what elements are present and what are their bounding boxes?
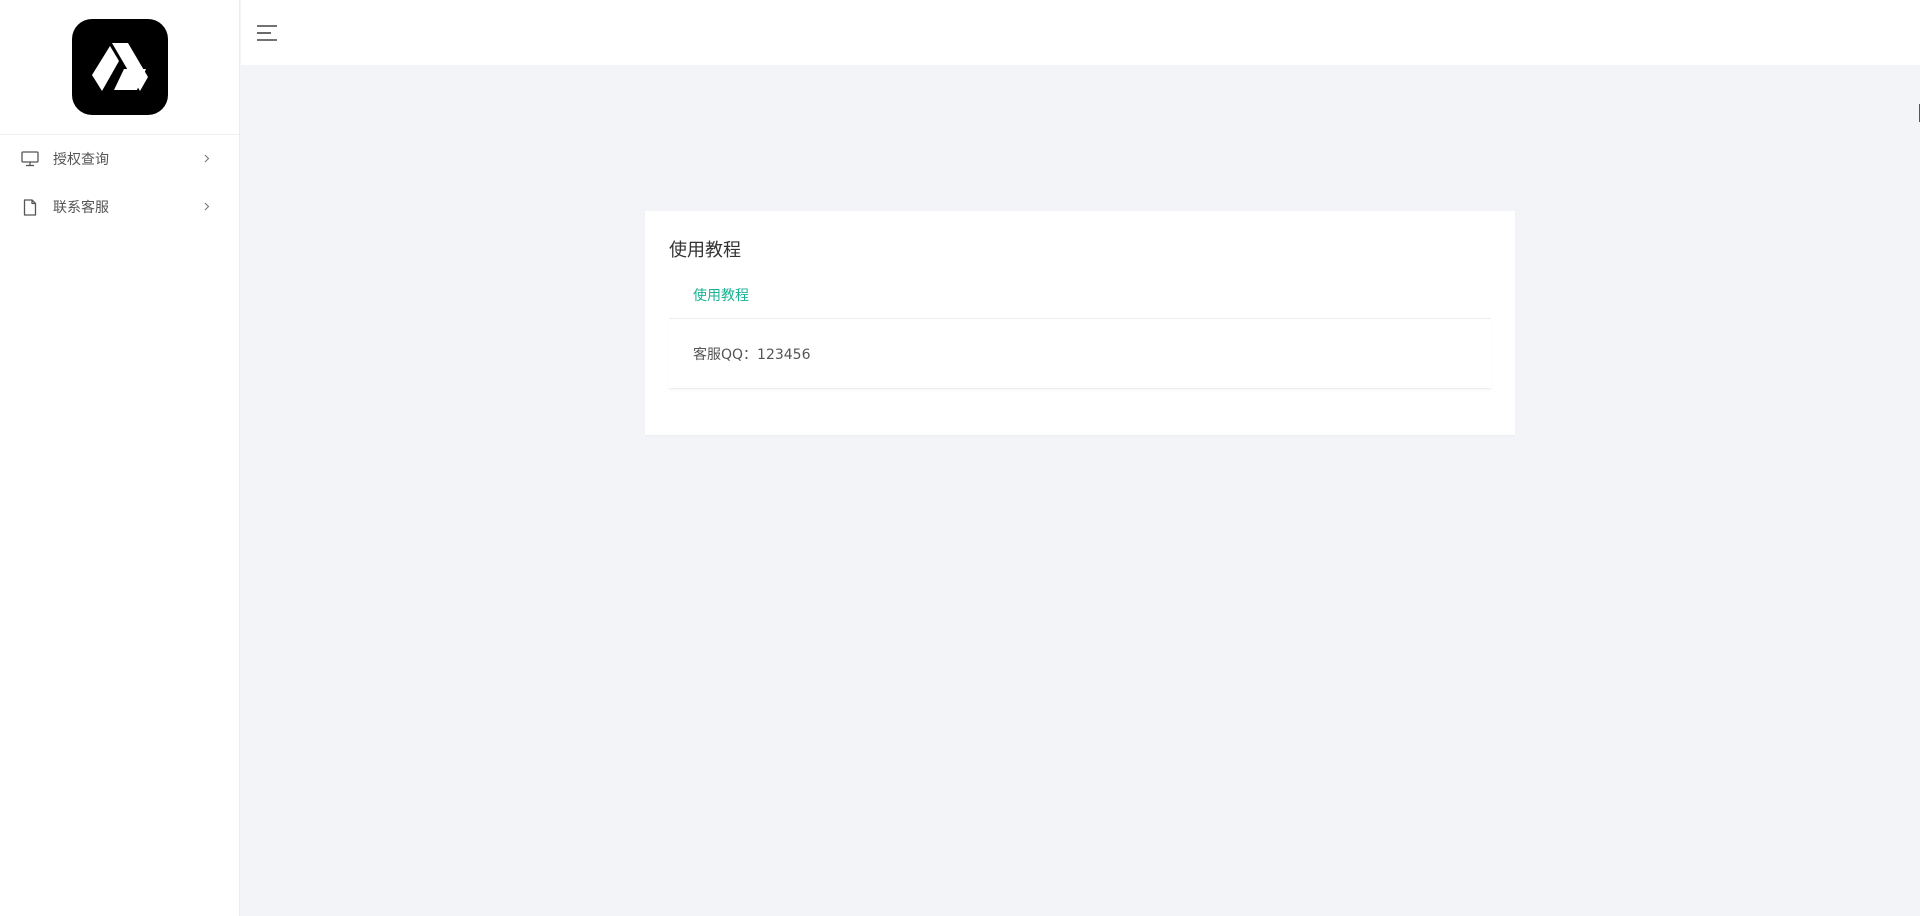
sidebar-item-label: 授权查询 — [53, 152, 109, 168]
app-logo[interactable] — [71, 19, 168, 115]
sidebar-item-contact-support[interactable]: 联系客服 — [0, 183, 239, 231]
chevron-right-icon — [203, 152, 211, 164]
hamburger-menu-icon — [257, 25, 277, 41]
top-header — [241, 0, 1922, 65]
scrollbar-thumb[interactable] — [1919, 104, 1920, 122]
logo-area — [0, 0, 239, 135]
drive-logo-icon — [91, 43, 148, 91]
chevron-right-icon — [203, 200, 211, 212]
menu-toggle-button[interactable] — [256, 23, 278, 43]
monitor-icon — [20, 149, 40, 169]
card-title: 使用教程 — [669, 240, 741, 261]
card-body: 使用教程 客服QQ：123456 — [669, 271, 1491, 389]
sidebar-item-label: 联系客服 — [53, 200, 109, 216]
tab-tutorial[interactable]: 使用教程 — [669, 271, 1491, 319]
sidebar-item-license-query[interactable]: 授权查询 — [0, 135, 239, 183]
support-qq-text: 客服QQ：123456 — [669, 319, 1491, 389]
file-icon — [20, 197, 40, 217]
sidebar: 授权查询 联系客服 — [0, 0, 240, 916]
tutorial-card: 使用教程 使用教程 客服QQ：123456 — [645, 211, 1515, 435]
